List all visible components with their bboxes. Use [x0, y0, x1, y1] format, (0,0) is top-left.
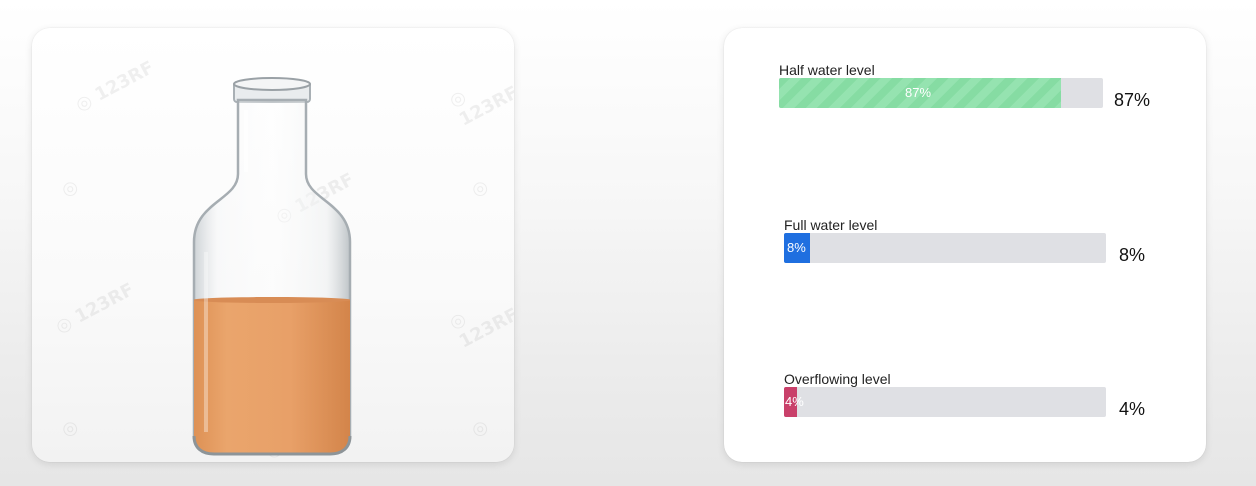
watermark: ◎: [57, 175, 82, 202]
poll-percent: 8%: [1119, 245, 1146, 265]
poll-option-label: Overflowing level: [784, 371, 891, 387]
poll-option-half-water-level[interactable]: Half water level 87% 87%: [779, 62, 1159, 122]
watermark: ◎ 123RF: [445, 82, 514, 131]
poll-percent: 87%: [1114, 90, 1151, 110]
glass-bottle-image: [192, 77, 352, 456]
poll-option-label: Half water level: [779, 62, 875, 78]
poll-progress-bar: 8%: [784, 233, 1106, 263]
poll-option-label: Full water level: [784, 217, 878, 233]
watermark: ◎ 123RF: [72, 57, 158, 116]
poll-bar-percent: 4%: [785, 394, 804, 409]
poll-progress-bar: 4%: [784, 387, 1106, 417]
poll-option-overflowing-level[interactable]: Overflowing level 4% 4%: [784, 371, 1164, 431]
watermark: ◎: [467, 175, 492, 202]
poll-card: Half water level 87% 87% Full water leve…: [724, 28, 1206, 462]
poll-option-full-water-level[interactable]: Full water level 8% 8%: [784, 217, 1164, 277]
poll-bar-percent: 8%: [787, 240, 806, 255]
image-card: ◎ 123RF ◎ 123RF ◎ ◎ 123RF ◎ ◎ 123RF ◎ 12…: [32, 28, 514, 462]
poll-bar-percent: 87%: [905, 85, 932, 100]
watermark: ◎ 123RF: [52, 279, 138, 338]
poll-percent: 4%: [1119, 399, 1146, 419]
watermark: ◎: [57, 415, 82, 442]
watermark: ◎: [467, 415, 492, 442]
poll-progress-bar: 87%: [779, 78, 1103, 108]
watermark: ◎ 123RF: [445, 304, 514, 353]
